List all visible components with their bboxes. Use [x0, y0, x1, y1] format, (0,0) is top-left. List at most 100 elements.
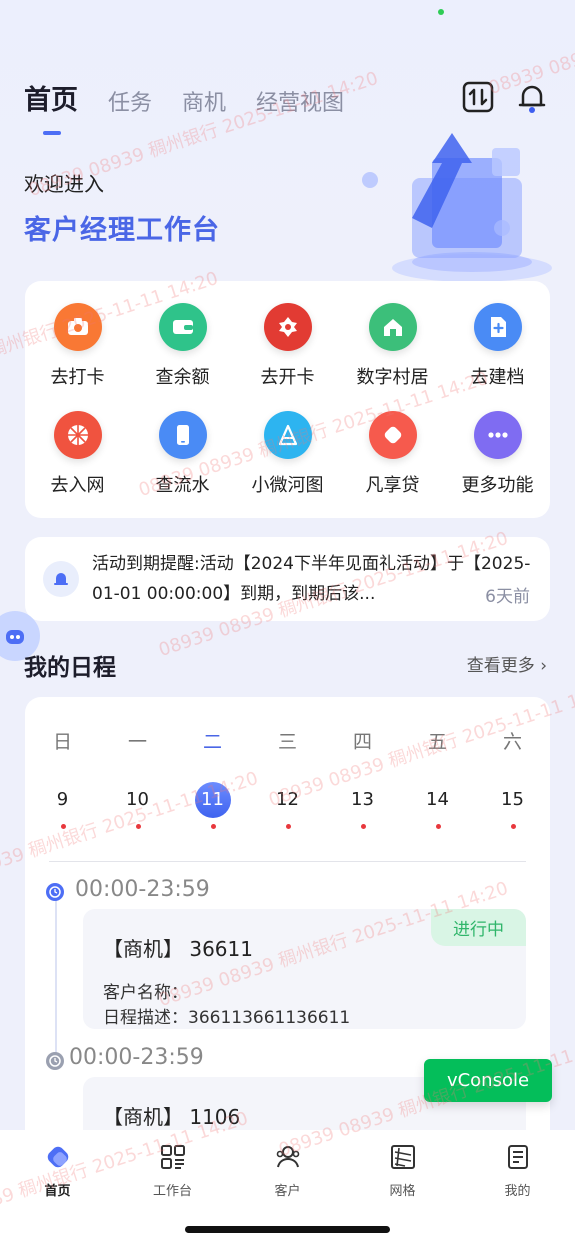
nav-workbench[interactable]: 工作台 [115, 1140, 230, 1199]
clock-icon [46, 1052, 64, 1070]
date-cell[interactable]: 14 [400, 782, 475, 832]
nav-label: 工作台 [152, 1184, 192, 1199]
camera-icon [53, 303, 102, 351]
quick-actions-card: 去打卡 查余额 去开卡 数字村居 去建档 去入网 查流水 小微河图 凡享贷 更多… [25, 281, 550, 518]
schedule-item-title: 【商机】 36611 [103, 937, 253, 961]
schedule-desc-row: 日程描述：366113661136611 [103, 1003, 350, 1028]
divider [49, 861, 526, 862]
date-number: 9 [56, 789, 69, 810]
nav-label: 客户 [274, 1184, 301, 1199]
event-dot [360, 824, 366, 829]
date-cell[interactable]: 9 [25, 782, 100, 832]
date-cell-selected[interactable]: 11 [175, 782, 250, 832]
bell-icon[interactable] [515, 80, 549, 114]
weekday: 三 [277, 731, 297, 753]
grid-map-icon [345, 1140, 460, 1174]
switch-icon[interactable] [461, 80, 495, 114]
date-number: 12 [276, 789, 299, 810]
quick-label: 去建档 [470, 367, 525, 388]
status-badge: 进行中 [431, 909, 526, 946]
schedule-more-label: 查看更多 [466, 656, 535, 676]
timeline-line [55, 892, 57, 1052]
notice-bell-icon [43, 561, 79, 597]
notice-time: 6天前 [485, 587, 530, 607]
vconsole-button[interactable]: vConsole [424, 1059, 552, 1102]
customer-name-label: 客户名称： [103, 983, 188, 1003]
event-dot [435, 824, 441, 829]
event-dot [60, 824, 66, 829]
weekday: 一 [127, 731, 147, 753]
nav-label: 首页 [44, 1184, 71, 1199]
quick-checkin[interactable]: 去打卡 [25, 303, 130, 389]
event-dot [135, 824, 141, 829]
tab-home[interactable]: 首页 [24, 78, 78, 135]
event-dot [210, 824, 216, 829]
schedule-time: 00:00-23:59 [69, 1045, 204, 1070]
village-icon [368, 303, 417, 351]
top-tabs: 首页 任务 商机 经营视图 [24, 78, 344, 135]
quick-balance[interactable]: 查余额 [130, 303, 235, 389]
date-cell[interactable]: 12 [250, 782, 325, 832]
schedule-time: 00:00-23:59 [75, 877, 210, 902]
nav-grid[interactable]: 网格 [345, 1140, 460, 1199]
status-indicator [438, 9, 444, 15]
schedule-item[interactable]: 进行中 【商机】 36611 客户名称： 日程描述：36611366113661… [83, 909, 526, 1029]
weekday-row: 日 一 二 三 四 五 六 [25, 727, 550, 754]
quick-label: 数字村居 [356, 367, 429, 388]
quick-label: 查余额 [155, 367, 210, 388]
home-icon [0, 1140, 115, 1174]
tab-business-view[interactable]: 经营视图 [256, 85, 344, 117]
nav-profile[interactable]: 我的 [460, 1140, 575, 1199]
quick-label: 查流水 [155, 475, 210, 496]
customer-icon [230, 1140, 345, 1174]
quick-label: 凡享贷 [365, 475, 420, 496]
date-number: 14 [426, 789, 449, 810]
quick-label: 去打卡 [50, 367, 105, 388]
date-number: 15 [501, 789, 524, 810]
workbench-icon [115, 1140, 230, 1174]
page-title: 客户经理工作台 [24, 215, 220, 246]
map-icon [263, 411, 312, 459]
profile-icon [460, 1140, 575, 1174]
phone-icon [158, 411, 207, 459]
network-icon [53, 411, 102, 459]
quick-label: 去入网 [50, 475, 105, 496]
nav-home[interactable]: 首页 [0, 1140, 115, 1199]
quick-network[interactable]: 去入网 [25, 411, 130, 497]
date-cell[interactable]: 13 [325, 782, 400, 832]
schedule-more-link[interactable]: 查看更多 › [467, 651, 547, 676]
quick-more[interactable]: 更多功能 [445, 411, 550, 497]
quick-loan[interactable]: 凡享贷 [340, 411, 445, 497]
date-cell[interactable]: 10 [100, 782, 175, 832]
date-number: 13 [351, 789, 374, 810]
quick-digital-village[interactable]: 数字村居 [340, 303, 445, 389]
loan-icon [368, 411, 417, 459]
nav-label: 我的 [504, 1184, 531, 1199]
welcome-text: 欢迎进入 [24, 172, 104, 196]
quick-river-map[interactable]: 小微河图 [235, 411, 340, 497]
quick-create-file[interactable]: 去建档 [445, 303, 550, 389]
date-number: 11 [194, 782, 231, 818]
notice-text: 活动到期提醒:活动【2024下半年见面礼活动】于【2025-01-01 00:0… [92, 554, 531, 604]
nav-customer[interactable]: 客户 [230, 1140, 345, 1199]
more-icon [473, 411, 522, 459]
weekday: 四 [352, 731, 372, 753]
weekday: 日 [52, 731, 72, 753]
chevron-right-icon: › [540, 656, 547, 676]
schedule-title: 我的日程 [24, 655, 116, 681]
schedule-card: 日 一 二 三 四 五 六 9 10 11 12 13 14 15 00:00-… [25, 697, 550, 1177]
weekday: 六 [502, 731, 522, 753]
clock-icon [46, 883, 64, 901]
quick-transactions[interactable]: 查流水 [130, 411, 235, 497]
quick-label: 去开卡 [260, 367, 315, 388]
home-indicator [185, 1226, 390, 1233]
notice-card[interactable]: 活动到期提醒:活动【2024下半年见面礼活动】于【2025-01-01 00:0… [25, 537, 550, 621]
quick-open-card[interactable]: 去开卡 [235, 303, 340, 389]
date-cell[interactable]: 15 [475, 782, 550, 832]
schedule-item-title: 【商机】 1106 [103, 1105, 241, 1129]
date-number: 10 [126, 789, 149, 810]
tab-opportunities[interactable]: 商机 [182, 85, 226, 117]
tab-tasks[interactable]: 任务 [108, 85, 152, 117]
wallet-icon [158, 303, 207, 351]
quick-label: 小微河图 [251, 475, 324, 496]
